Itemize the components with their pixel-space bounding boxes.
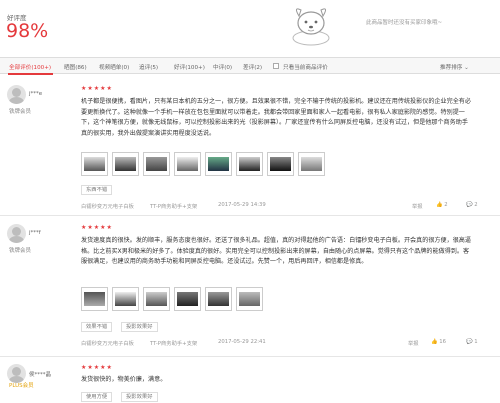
review-photo-thumbnail[interactable] [205,152,232,176]
product-name: 白镭秒变万元电子白板 [81,341,134,347]
review-username: j***f [29,230,41,236]
review-photo-thumbnail[interactable] [112,287,139,311]
review-photo-thumbnail[interactable] [81,152,108,176]
review-photo-thumbnail[interactable] [267,152,294,176]
product-name: 白镭秒变万元电子白板 [81,204,134,210]
avatar[interactable] [7,224,26,243]
review-photo-thumbnail[interactable] [81,287,108,311]
comment-button[interactable]: 💬 1 [466,339,478,345]
report-link[interactable]: 举报 [408,339,419,347]
tab-positive[interactable]: 好评(100+) [174,63,205,71]
review-filter-bar: 全部评价(100+) 晒图(86) 视频晒单(0) 追评(5) 好评(100+)… [0,57,500,75]
empty-impression-text: 此商品暂时还没有买家印象哦~ [366,20,443,26]
sort-select[interactable]: 推荐排序 ⌄ [440,63,469,71]
review-tag: 投影效果好 [121,392,158,402]
member-level: 铁牌会员 [9,109,32,115]
like-count: 2 [444,202,448,208]
review-photo-thumbnail[interactable] [174,287,201,311]
review-content: 机子都是很便携，看图片，只有某日本机的五分之一，很方便。且效果很不错，完全不输于… [81,98,471,137]
review-content: 发货很快的，物美价廉，满意。 [81,376,167,383]
thumbs-up-icon: 👍 [431,339,438,345]
review-photo-thumbnail[interactable] [298,152,325,176]
review-date: 2017-05-29 22:41 [218,339,266,345]
member-level: 铁牌会员 [9,248,32,254]
product-spec: TT-P商务助手+支架 [150,341,198,347]
thumbs-up-icon: 👍 [436,202,443,208]
star-rating: ★★★★★ [81,224,113,231]
like-button[interactable]: 👍 2 [436,202,448,208]
only-current-label[interactable]: 只看当前商品评价 [283,63,328,71]
tab-with-photos[interactable]: 晒图(86) [64,63,87,71]
review-photo-thumbnail[interactable] [236,152,263,176]
review-photo-thumbnail[interactable] [205,287,232,311]
tab-all-reviews[interactable]: 全部评价(100+) [9,63,51,71]
review-username: 侯****晶 [29,372,52,378]
review-date: 2017-05-29 14:39 [218,202,266,208]
review-summary: 好评度 98% 此商品暂时还没有买家印象哦~ [0,0,500,57]
review-tag: 使用方便 [81,392,113,402]
review-photo-thumbnail[interactable] [174,152,201,176]
review-photo-thumbnail[interactable] [143,287,170,311]
review-tag: 投影效果好 [121,322,158,332]
review-tag: 东西不错 [81,185,113,195]
review-photos [81,152,341,176]
star-rating: ★★★★★ [81,85,113,92]
review-photo-thumbnail[interactable] [143,152,170,176]
comment-button[interactable]: 💬 2 [466,202,478,208]
review-photo-thumbnail[interactable] [112,152,139,176]
like-button[interactable]: 👍 16 [431,339,446,345]
review-photo-thumbnail[interactable] [236,287,263,311]
comment-icon: 💬 [466,339,473,345]
product-spec: TT-P商务助手+支架 [150,204,198,210]
comment-count: 2 [474,202,478,208]
avatar[interactable] [7,85,26,104]
comment-count: 1 [474,339,478,345]
review-photos [81,287,281,311]
member-level: PLUS会员 [9,383,34,389]
chevron-down-icon: ⌄ [464,65,469,71]
tab-neutral[interactable]: 中评(0) [213,63,232,71]
good-rate-value: 98% [6,20,49,42]
like-count: 16 [439,339,447,345]
review-username: j***e [29,91,43,97]
tab-follow-up[interactable]: 追评(5) [139,63,158,71]
report-link[interactable]: 举报 [412,202,423,210]
tab-negative[interactable]: 差评(2) [243,63,262,71]
review-content: 发货速度真的很快。发的顺丰，服务态度也很好。还送了很多礼品。超值，真的对得起他的… [81,237,471,265]
mascot-dog-icon [283,2,339,48]
review-divider [0,215,500,216]
comment-icon: 💬 [466,202,473,208]
sort-label: 推荐排序 [440,65,463,71]
review-tag: 效果不错 [81,322,113,332]
star-rating: ★★★★★ [81,364,113,371]
tab-video-reviews[interactable]: 视频晒单(0) [99,63,129,71]
active-tab-underline [8,73,53,75]
only-current-checkbox[interactable] [273,63,279,69]
review-divider [0,356,500,357]
